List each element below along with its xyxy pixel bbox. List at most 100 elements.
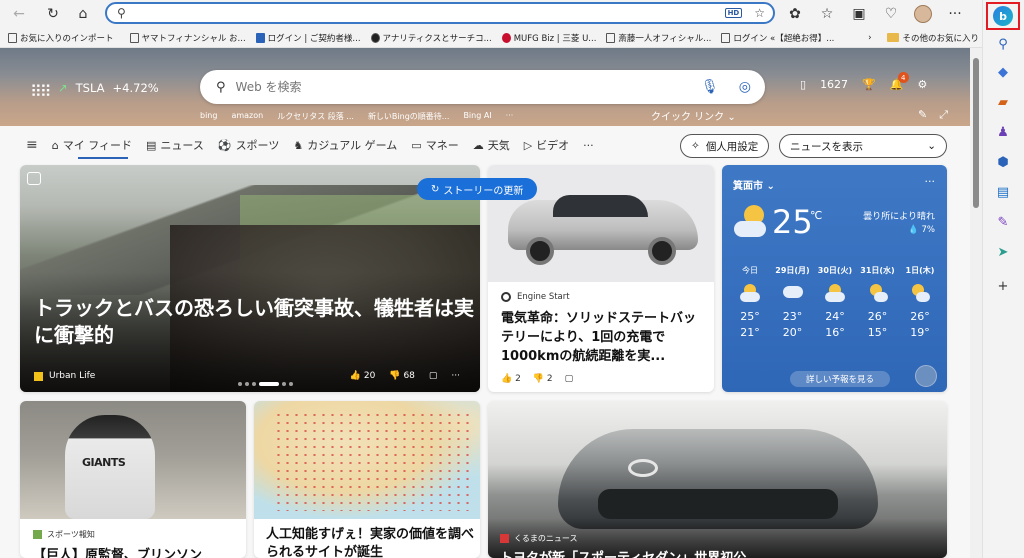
chevron-right-icon[interactable]: › — [868, 33, 871, 43]
visual-search-icon[interactable]: ◎ — [739, 79, 751, 95]
story-source[interactable]: Engine Start — [501, 292, 570, 302]
more-options-icon[interactable]: ··· — [925, 175, 936, 188]
tools-briefcase-icon[interactable]: ▰ — [993, 92, 1013, 112]
like-button[interactable]: 👍 2 — [501, 374, 521, 384]
favorite-item[interactable]: ログイン | ご契約者様... — [251, 32, 366, 44]
favorite-item[interactable]: 斎藤一人オフィシャル... — [601, 32, 716, 44]
bing-chat-button[interactable]: b — [986, 2, 1020, 30]
quick-link[interactable]: amazon — [231, 111, 263, 122]
story-title[interactable]: 【巨人】原監督、ブリンソン — [33, 544, 202, 558]
weather-location[interactable]: 箕面市 ⌄ — [733, 177, 775, 192]
refresh-stories-button[interactable]: ↻ ストーリーの更新 — [417, 178, 538, 200]
search-icon[interactable]: ⚲ — [993, 34, 1013, 54]
hd-badge[interactable]: HD — [724, 8, 743, 18]
outlook-icon[interactable]: ▤ — [993, 182, 1013, 202]
story-title[interactable]: トラックとバスの恐ろしい衝突事故、犠牲者は実に衝撃的 — [34, 295, 474, 349]
tab-more[interactable]: ··· — [583, 126, 594, 164]
story-title[interactable]: トヨタが新「スポーティセダン」世界初公 — [500, 547, 746, 558]
mobile-icon[interactable]: ▯ — [800, 78, 806, 91]
story-title[interactable]: 電気革命：ソリッドステートバッテリーにより、1回の充電で1000kmの航続距離を… — [501, 309, 707, 366]
rewards-points[interactable]: 1627 — [820, 78, 848, 91]
hamburger-menu-icon[interactable]: ≡ — [26, 137, 38, 153]
detailed-forecast-button[interactable]: 詳しい予報を見る — [790, 371, 890, 387]
temperature-unit[interactable]: ℃ — [810, 209, 822, 222]
big-story-card[interactable]: トラックとバスの恐ろしい衝突事故、犠牲者は実に衝撃的 Urban Life 👍 … — [20, 165, 480, 392]
story-source[interactable]: Urban Life — [34, 371, 95, 381]
quick-link-more[interactable]: ··· — [506, 111, 514, 122]
send-icon[interactable]: ➤ — [993, 242, 1013, 262]
stock-ticker[interactable]: ↗ TSLA +4.72% — [58, 81, 159, 95]
favorite-item[interactable]: ヤマトフィナンシャル お... — [125, 32, 251, 44]
tab-news[interactable]: ▤ ニュース — [146, 126, 204, 164]
story-source[interactable]: くるまのニュース — [500, 533, 577, 544]
weather-map-icon[interactable] — [915, 365, 937, 387]
story-source[interactable]: スポーツ報知 — [33, 529, 95, 540]
quick-link[interactable]: ルクセリタス 段落 ... — [277, 111, 354, 122]
settings-more-icon[interactable]: ··· — [943, 3, 967, 25]
profile-avatar[interactable] — [911, 3, 935, 25]
refresh-icon[interactable]: ↻ — [42, 3, 64, 25]
gear-icon[interactable]: ⚙ — [917, 78, 927, 91]
import-icon — [8, 32, 17, 43]
shopping-tag-icon[interactable]: ◆ — [993, 62, 1013, 82]
notification-bell-icon[interactable]: 🔔 4 — [890, 72, 909, 91]
giants-story-card[interactable]: GIANTS スポーツ報知 【巨人】原監督、ブリンソン — [20, 401, 246, 558]
dislike-button[interactable]: 👎 2 — [533, 374, 553, 384]
quick-links-menu[interactable]: クイック リンク ⌄ — [651, 108, 736, 123]
favorite-item[interactable]: アナリティクスとサーチコ... — [366, 32, 497, 44]
quick-link[interactable]: bing — [200, 111, 217, 122]
tab-money[interactable]: ▭ マネー — [411, 126, 458, 164]
web-search-input[interactable] — [235, 80, 701, 94]
favorite-item[interactable]: MUFG Biz | 三菱 U... — [497, 32, 602, 44]
quick-link[interactable]: Bing AI — [463, 111, 491, 122]
edit-background-icon[interactable]: ✎ — [918, 108, 927, 122]
people-icon[interactable]: ♟ — [993, 122, 1013, 142]
favorite-item[interactable]: お気に入りのインポート — [0, 32, 119, 44]
expand-icon[interactable]: ⤢ — [939, 108, 948, 122]
add-icon[interactable]: + — [993, 276, 1013, 296]
comment-icon[interactable]: ▢ — [565, 374, 574, 384]
tab-video[interactable]: ▷ ビデオ — [524, 126, 569, 164]
back-icon[interactable]: ← — [8, 3, 30, 25]
show-news-select[interactable]: ニュースを表示 ⌄ — [779, 134, 947, 158]
forecast-day[interactable]: 29日(月) 23° 20° — [773, 265, 813, 339]
tab-my-feed[interactable]: ⌂ マイ フィード — [52, 126, 132, 164]
favorites-icon[interactable]: ☆ — [815, 3, 839, 25]
favorite-item[interactable]: ログイン «【超絶お得】... — [716, 32, 839, 44]
tab-sports[interactable]: ⚽ スポーツ — [218, 126, 279, 164]
other-favorites[interactable]: その他のお気に入り — [887, 32, 979, 44]
carousel-dots[interactable] — [238, 382, 293, 386]
microphone-icon[interactable]: 🎙 — [701, 79, 719, 95]
forecast-day[interactable]: 30日(火) 24° 16° — [815, 265, 855, 339]
toyota-story-card[interactable]: くるまのニュース トヨタが新「スポーティセダン」世界初公 — [488, 401, 947, 558]
comment-icon[interactable]: ▢ — [429, 371, 438, 381]
map-story-card[interactable]: 人工知能すげぇ！実家の価値を調べられるサイトが誕生 — [254, 401, 480, 558]
collections-icon[interactable]: ▣ — [847, 3, 871, 25]
add-favorite-icon[interactable]: ☆ — [754, 6, 765, 20]
forecast-day[interactable]: 31日(水) 26° 15° — [858, 265, 898, 339]
personalize-button[interactable]: ✧ 個人用設定 — [680, 134, 770, 158]
quick-link[interactable]: 新しいBingの順番待... — [368, 111, 450, 122]
performance-icon[interactable]: ♡ — [879, 3, 903, 25]
tab-weather[interactable]: ☁ 天気 — [473, 126, 510, 164]
weather-card[interactable]: 箕面市 ⌄ ··· 25 ℃ 曇り所により晴れ 💧 7% 今日 25° 21° … — [722, 165, 947, 392]
more-options-icon[interactable]: ··· — [451, 371, 460, 381]
dislike-button[interactable]: 👎 68 — [389, 371, 415, 381]
apps-grid-icon[interactable]: ⠿⠿ — [30, 82, 51, 101]
thumbs-up-icon: 👍 — [501, 374, 513, 384]
page-scrollbar[interactable] — [970, 48, 982, 558]
story-title[interactable]: 人工知能すげぇ！実家の価値を調べられるサイトが誕生 — [266, 526, 476, 558]
like-button[interactable]: 👍 20 — [350, 371, 376, 381]
address-bar[interactable]: ⚲ HD ☆ — [105, 2, 775, 24]
drop-icon[interactable]: ✎ — [993, 212, 1013, 232]
forecast-day[interactable]: 今日 25° 21° — [730, 265, 770, 339]
office-icon[interactable]: ⬢ — [993, 152, 1013, 172]
extensions-icon[interactable]: ✿ — [783, 3, 807, 25]
home-icon[interactable]: ⌂ — [72, 3, 94, 25]
forecast-day[interactable]: 1日(木) 26° 19° — [900, 265, 940, 339]
scroll-thumb[interactable] — [973, 58, 979, 208]
web-search-box[interactable]: ⚲ 🎙 ◎ — [200, 70, 765, 104]
tab-casual-games[interactable]: ♞ カジュアル ゲーム — [293, 126, 397, 164]
address-input[interactable] — [131, 6, 725, 20]
trophy-icon[interactable]: 🏆 — [862, 78, 876, 91]
